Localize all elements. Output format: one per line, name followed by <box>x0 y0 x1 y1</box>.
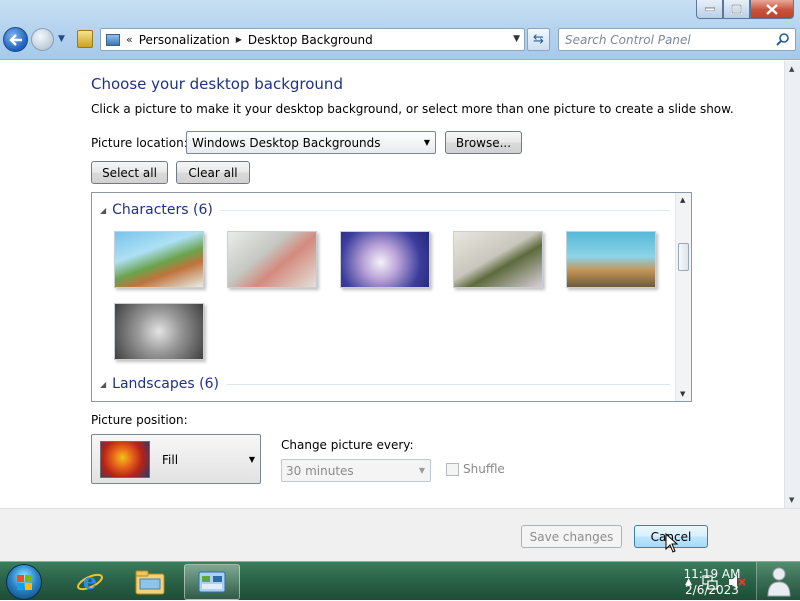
back-arrow-icon <box>8 33 22 46</box>
show-desktop-button[interactable] <box>756 562 800 601</box>
collapse-triangle-icon[interactable]: ◢ <box>100 380 106 389</box>
picture-position-value: Fill <box>162 453 179 467</box>
taskbar-windows-explorer[interactable] <box>122 564 178 600</box>
minimize-icon <box>704 7 715 11</box>
address-dropdown-icon[interactable]: ▼ <box>513 34 520 44</box>
change-picture-label: Change picture every: <box>281 438 414 452</box>
wallpaper-thumbnail[interactable] <box>114 231 204 288</box>
search-icon[interactable] <box>776 32 790 46</box>
group-header-landscapes[interactable]: ◢ Landscapes (6) <box>100 376 670 392</box>
picture-position-select[interactable]: Fill ▼ <box>91 434 261 484</box>
caption-buttons <box>696 0 794 19</box>
picture-gallery[interactable]: ◢ Characters (6) ◢ Landscapes (6) ▲ ▼ <box>91 192 692 402</box>
maximize-button[interactable] <box>723 0 750 19</box>
select-all-button[interactable]: Select all <box>91 161 168 184</box>
back-button[interactable] <box>3 27 28 52</box>
clock-time: 11:19 AM <box>683 567 741 581</box>
shuffle-label: Shuffle <box>463 462 505 476</box>
control-panel-folder-icon[interactable] <box>77 30 93 48</box>
collapse-triangle-icon[interactable]: ◢ <box>100 206 106 215</box>
browse-button[interactable]: Browse... <box>445 131 522 154</box>
scroll-up-icon[interactable]: ▲ <box>789 65 794 73</box>
change-interval-value: 30 minutes <box>286 464 354 478</box>
address-bar[interactable]: « Personalization ▶ Desktop Background ▼ <box>100 28 525 51</box>
chevron-down-icon: ▼ <box>248 455 255 464</box>
taskbar: e ▲ 11:19 AM 2/6/2023 <box>0 561 800 601</box>
group-header-characters[interactable]: ◢ Characters (6) <box>100 202 670 218</box>
taskbar-internet-explorer[interactable]: e <box>62 564 118 600</box>
checkbox-box[interactable] <box>446 462 459 476</box>
wallpaper-thumbnail[interactable] <box>453 231 543 288</box>
window-scrollbar[interactable]: ▲ ▼ <box>784 61 800 508</box>
change-interval-select[interactable]: 30 minutes ▼ <box>281 459 431 482</box>
gallery-items: ◢ Characters (6) ◢ Landscapes (6) <box>92 193 676 401</box>
content-pane: Choose your desktop background Click a p… <box>0 61 784 508</box>
windows-logo-icon <box>17 575 32 590</box>
scroll-down-icon[interactable]: ▼ <box>789 496 794 504</box>
group-name: Characters (6) <box>112 202 213 218</box>
search-input[interactable]: Search Control Panel <box>558 28 796 51</box>
group-divider <box>220 209 670 211</box>
control-panel-icon <box>106 33 120 46</box>
breadcrumb-separator-icon[interactable]: ▶ <box>236 35 242 44</box>
clear-all-button[interactable]: Clear all <box>176 161 250 184</box>
save-changes-button[interactable]: Save changes <box>521 525 622 548</box>
wallpaper-thumbnail[interactable] <box>114 303 204 360</box>
chevron-down-icon: ▼ <box>423 138 430 147</box>
windows-explorer-icon <box>135 570 165 595</box>
gallery-scrollbar[interactable]: ▲ ▼ <box>675 193 691 401</box>
wallpaper-thumbnail[interactable] <box>227 231 317 288</box>
close-button[interactable] <box>750 0 794 19</box>
breadcrumb-desktop-background[interactable]: Desktop Background <box>248 33 373 47</box>
user-avatar-icon <box>767 567 791 597</box>
minimize-button[interactable] <box>696 0 723 19</box>
wallpaper-thumbnail[interactable] <box>566 231 656 288</box>
maximize-icon <box>731 4 742 14</box>
breadcrumb-personalization[interactable]: Personalization <box>139 33 230 47</box>
control-panel-icon <box>198 571 226 593</box>
start-button[interactable] <box>6 564 42 600</box>
clock-date: 2/6/2023 <box>685 583 739 597</box>
refresh-icon: ⇆ <box>533 32 544 47</box>
close-icon <box>766 3 778 15</box>
position-preview-image <box>100 441 150 478</box>
wallpaper-thumbnail[interactable] <box>340 231 430 288</box>
chevron-down-icon: ▼ <box>418 466 425 475</box>
shuffle-checkbox[interactable]: Shuffle <box>446 462 505 476</box>
svg-text:e: e <box>83 569 97 595</box>
group-divider <box>226 383 670 385</box>
window-chrome: ▼ « Personalization ▶ Desktop Background… <box>0 0 800 60</box>
search-placeholder: Search Control Panel <box>565 33 691 47</box>
mouse-cursor-icon <box>665 533 679 553</box>
system-clock[interactable]: 11:19 AM 2/6/2023 <box>680 566 744 598</box>
scroll-up-icon[interactable]: ▲ <box>680 196 685 204</box>
picture-location-value: Windows Desktop Backgrounds <box>192 136 381 150</box>
scroll-down-icon[interactable]: ▼ <box>680 390 685 398</box>
page-title: Choose your desktop background <box>91 75 343 93</box>
taskbar-control-panel[interactable] <box>184 564 240 600</box>
picture-location-select[interactable]: Windows Desktop Backgrounds ▼ <box>186 131 436 154</box>
refresh-button[interactable]: ⇆ <box>527 28 550 51</box>
dialog-footer: Save changes Cancel <box>0 508 800 561</box>
forward-button[interactable] <box>31 28 54 51</box>
internet-explorer-icon: e <box>77 569 103 595</box>
page-description: Click a picture to make it your desktop … <box>91 102 734 116</box>
gallery-scroll-thumb[interactable] <box>678 243 689 271</box>
navigation-row: ▼ « Personalization ▶ Desktop Background… <box>0 27 800 53</box>
recent-pages-dropdown-icon[interactable]: ▼ <box>58 34 65 44</box>
group-name: Landscapes (6) <box>112 376 219 392</box>
address-overflow[interactable]: « <box>126 33 133 46</box>
picture-location-label: Picture location: <box>91 136 188 150</box>
picture-position-label: Picture position: <box>91 413 188 427</box>
